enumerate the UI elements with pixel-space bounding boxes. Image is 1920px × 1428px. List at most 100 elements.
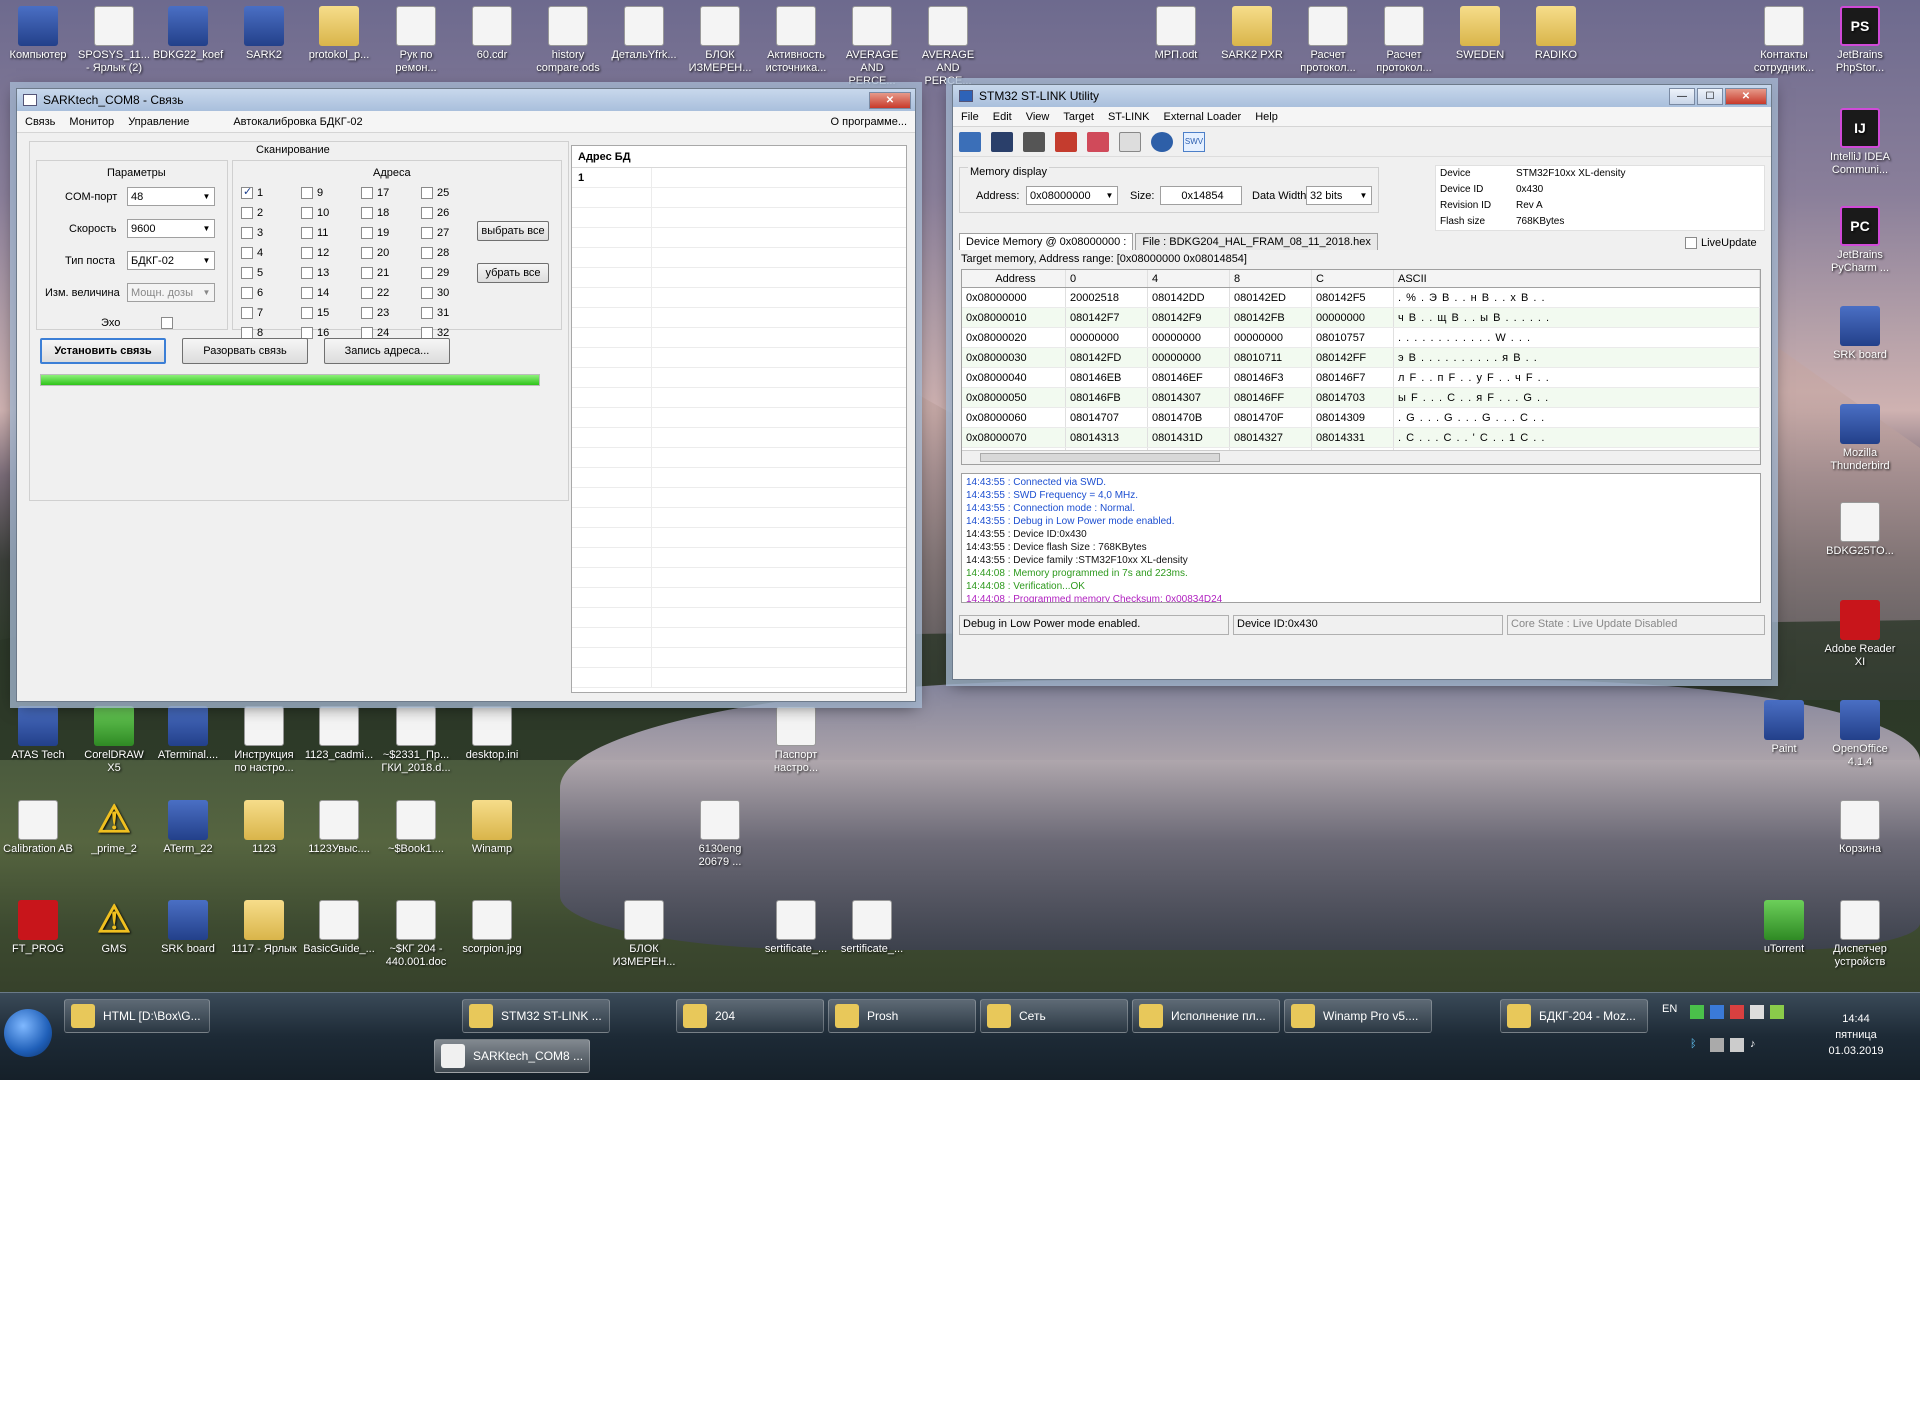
address-checkbox[interactable]: [241, 207, 253, 219]
address-option[interactable]: 22: [361, 287, 389, 299]
desktop-icon[interactable]: FT_PROG: [2, 900, 74, 956]
tab-device-memory[interactable]: Device Memory @ 0x08000000 :: [959, 233, 1134, 250]
desktop-icon[interactable]: 6130eng 20679 ...: [684, 800, 756, 869]
desktop-icon[interactable]: 1123: [228, 800, 300, 856]
table-row[interactable]: [572, 288, 906, 308]
address-option[interactable]: 20: [361, 247, 389, 259]
table-row[interactable]: [572, 308, 906, 328]
table-row[interactable]: [572, 368, 906, 388]
address-checkbox[interactable]: [241, 227, 253, 239]
connect-button[interactable]: Установить связь: [40, 338, 166, 364]
desktop-icon[interactable]: Adobe Reader XI: [1824, 600, 1896, 669]
address-checkbox[interactable]: [301, 307, 313, 319]
sarktech-titlebar[interactable]: SARKtech_COM8 - Связь ✕: [17, 89, 915, 111]
address-input[interactable]: 0x08000000 ▼: [1026, 186, 1118, 205]
live-update-checkbox[interactable]: [1685, 237, 1697, 249]
address-checkbox[interactable]: [361, 207, 373, 219]
menu-svyaz[interactable]: Связь: [25, 116, 55, 128]
table-row[interactable]: [572, 268, 906, 288]
desktop-icon[interactable]: МРП.odt: [1140, 6, 1212, 62]
desktop-icon[interactable]: ~$Book1....: [380, 800, 452, 856]
desktop-icon[interactable]: SRK board: [1824, 306, 1896, 362]
desktop-icon[interactable]: _prime_2: [78, 800, 150, 856]
desktop-icon[interactable]: sertificate_...: [836, 900, 908, 956]
volume-icon[interactable]: ♪: [1750, 1038, 1764, 1052]
table-row[interactable]: [572, 488, 906, 508]
taskbar-button[interactable]: STM32 ST-LINK ...: [462, 999, 610, 1033]
table-row[interactable]: [572, 628, 906, 648]
taskbar-button[interactable]: Исполнение пл...: [1132, 999, 1280, 1033]
com-port-select[interactable]: 48 ▼: [127, 187, 215, 206]
table-row[interactable]: [572, 228, 906, 248]
desktop-icon[interactable]: BDKG25TO...: [1824, 502, 1896, 558]
table-row[interactable]: [572, 208, 906, 228]
address-checkbox[interactable]: [241, 287, 253, 299]
taskbar-button[interactable]: SARKtech_COM8 ...: [434, 1039, 590, 1073]
bluetooth-icon[interactable]: ᛒ: [1690, 1038, 1704, 1052]
table-row[interactable]: [572, 548, 906, 568]
address-option[interactable]: 26: [421, 207, 449, 219]
table-row[interactable]: [572, 328, 906, 348]
desktop-icon[interactable]: Mozilla Thunderbird: [1824, 404, 1896, 473]
desktop-icon[interactable]: Paint: [1748, 700, 1820, 756]
desktop-icon[interactable]: Инструкция по настро...: [228, 706, 300, 775]
menu-view[interactable]: View: [1026, 111, 1050, 123]
table-row[interactable]: [572, 448, 906, 468]
address-option[interactable]: 7: [241, 307, 263, 319]
desktop-icon[interactable]: 1123Увыс....: [303, 800, 375, 856]
memory-row[interactable]: 0x08000030 080142FD 00000000 08010711 080142…: [962, 348, 1760, 368]
close-button[interactable]: ✕: [1725, 87, 1767, 105]
address-option[interactable]: 14: [301, 287, 329, 299]
tab-file[interactable]: File : BDKG204_HAL_FRAM_08_11_2018.hex: [1135, 233, 1378, 250]
address-option[interactable]: 2: [241, 207, 263, 219]
desktop-icon[interactable]: Расчет протокол...: [1368, 6, 1440, 75]
action-center-icon[interactable]: [1730, 1038, 1744, 1052]
desktop-icon[interactable]: SRK board: [152, 900, 224, 956]
desktop-icon[interactable]: ATerminal....: [152, 706, 224, 762]
minimize-button[interactable]: —: [1669, 87, 1695, 105]
clear-all-button[interactable]: убрать все: [477, 263, 549, 283]
desktop-icon[interactable]: protokol_p...: [303, 6, 375, 62]
desktop-icon[interactable]: БЛОК ИЗМЕРЕН...: [608, 900, 680, 969]
address-checkbox[interactable]: [241, 185, 253, 199]
menu-target[interactable]: Target: [1063, 111, 1094, 123]
erase-icon[interactable]: [1087, 131, 1109, 152]
desktop-icon[interactable]: Активность источника...: [760, 6, 832, 75]
address-checkbox[interactable]: [241, 247, 253, 259]
menu-edit[interactable]: Edit: [993, 111, 1012, 123]
taskbar-button[interactable]: БДКГ-204 - Moz...: [1500, 999, 1648, 1033]
size-input[interactable]: 0x14854: [1160, 186, 1242, 205]
disconnect-button[interactable]: Разорвать связь: [182, 338, 308, 364]
address-checkbox[interactable]: [421, 247, 433, 259]
tray-app-icon[interactable]: [1770, 1005, 1784, 1019]
address-checkbox[interactable]: [421, 267, 433, 279]
maximize-button[interactable]: ☐: [1697, 87, 1723, 105]
address-option[interactable]: 12: [301, 247, 329, 259]
connect-icon[interactable]: [1023, 131, 1045, 152]
menu-stlink[interactable]: ST-LINK: [1108, 111, 1150, 123]
address-option[interactable]: 10: [301, 207, 329, 219]
memory-row[interactable]: 0x08000010 080142F7 080142F9 080142FB 000000…: [962, 308, 1760, 328]
echo-checkbox[interactable]: [161, 317, 173, 329]
desktop-icon[interactable]: ~$КГ 204 - 440.001.doc: [380, 900, 452, 969]
close-button[interactable]: ✕: [869, 91, 911, 109]
address-checkbox[interactable]: [421, 227, 433, 239]
table-row[interactable]: [572, 248, 906, 268]
table-row[interactable]: [572, 668, 906, 688]
tray-app-icon[interactable]: [1730, 1005, 1744, 1019]
select-all-button[interactable]: выбрать все: [477, 221, 549, 241]
memory-row[interactable]: 0x08000040 080146EB 080146EF 080146F3 080146…: [962, 368, 1760, 388]
memory-grid[interactable]: Address 0 4 8 C ASCII 0x08000000 20002518…: [961, 269, 1761, 465]
table-row[interactable]: [572, 648, 906, 668]
desktop-icon[interactable]: scorpion.jpg: [456, 900, 528, 956]
address-checkbox[interactable]: [301, 247, 313, 259]
table-row[interactable]: [572, 588, 906, 608]
desktop-icon[interactable]: ATerm_22: [152, 800, 224, 856]
desktop-icon[interactable]: PC JetBrains PyCharm ...: [1824, 206, 1896, 275]
desktop-icon[interactable]: history compare.ods: [532, 6, 604, 75]
table-row[interactable]: [572, 188, 906, 208]
desktop-icon[interactable]: CorelDRAW X5: [78, 706, 150, 775]
disconnect-icon[interactable]: [1055, 131, 1077, 152]
menu-about[interactable]: О программе...: [831, 116, 907, 128]
table-row[interactable]: [572, 468, 906, 488]
